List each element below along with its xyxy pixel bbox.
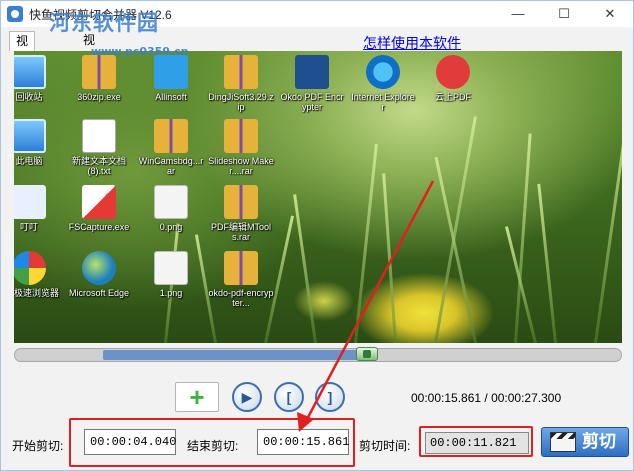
lock-icon	[295, 55, 329, 89]
desktop-icon-label: FSCapture.exe	[68, 222, 130, 232]
zip-icon	[224, 119, 258, 153]
timeline-selection	[103, 350, 367, 360]
desktop-icon-label: 1.png	[159, 288, 183, 298]
app-window: 快鱼视频剪切合并器 V12.6 河东软件园 — ☐ ✕ 视频剪切 视频合并 怎样…	[0, 0, 634, 471]
add-button[interactable]: +	[175, 382, 219, 412]
grass-blade	[594, 105, 622, 343]
desktop-icon: 叮叮	[14, 185, 62, 232]
globe-icon	[82, 251, 116, 285]
tab-video-cut[interactable]: 视频剪切	[9, 31, 36, 102]
png-icon	[154, 251, 188, 285]
pc-icon	[14, 119, 46, 153]
help-link[interactable]: 怎样使用本软件	[363, 33, 461, 53]
desktop-icon: WinCamsbdg...rar	[138, 119, 204, 176]
clapperboard-icon	[550, 432, 576, 452]
desktop-icon: DingJiSoft3.29.zip	[208, 55, 274, 112]
arrow-icon	[154, 55, 188, 89]
pc-icon	[14, 55, 46, 89]
desktop-icon: 360zip.exe	[66, 55, 132, 102]
desktop-icon-label: 360zip.exe	[77, 92, 121, 102]
desktop-icon: 此电脑	[14, 119, 62, 166]
mark-out-button[interactable]: ]	[315, 382, 345, 412]
zip-icon	[224, 55, 258, 89]
desktop-icon-label: Allinsoft	[155, 92, 187, 102]
desktop-icon: 1.png	[138, 251, 204, 298]
timeline-thumb[interactable]	[356, 347, 378, 361]
desktop-icon-label: 新建文本文档(8).txt	[71, 156, 126, 176]
grass-blade	[382, 173, 397, 343]
desktop-icon-label: Okdo PDF Encrypter	[280, 92, 344, 112]
desktop-icon-label: 云上PDF	[434, 92, 471, 102]
minimize-button[interactable]: —	[495, 1, 541, 27]
desktop-icon-label: 回收站	[15, 92, 43, 102]
png-icon	[154, 185, 188, 219]
desktop-icon-label: Slideshow Maker....rar	[208, 156, 274, 176]
pie-icon	[14, 251, 46, 285]
maximize-button[interactable]: ☐	[541, 1, 587, 27]
watermark-logo: 河东软件园	[49, 10, 159, 35]
desktop-icon: okdo-pdf-encrypter...	[208, 251, 274, 308]
desktop-icon: PDF编辑MTools.rar	[208, 185, 274, 242]
annotation-box-cut-range	[69, 418, 355, 467]
cut-button[interactable]: 剪切	[541, 427, 629, 457]
watermark-url: www.pc0359.cn	[91, 45, 189, 58]
grass-blade	[293, 194, 317, 343]
desktop-icon-label: okdo-pdf-encrypter...	[208, 288, 274, 308]
desktop-icon: 360极速浏览器	[14, 251, 62, 298]
desktop-icon-label: Microsoft Edge	[68, 288, 130, 298]
desktop-icon: 新建文本文档(8).txt	[66, 119, 132, 176]
zip-icon	[224, 185, 258, 219]
desktop-icon: Okdo PDF Encrypter	[279, 55, 345, 112]
grass-blade	[354, 143, 378, 343]
desktop-icon-label: WinCamsbdg...rar	[138, 156, 204, 176]
desktop-icon: Slideshow Maker....rar	[208, 119, 274, 176]
ie-icon	[366, 55, 400, 89]
desktop-icon-label: 叮叮	[19, 222, 38, 232]
desktop-icon-label: DingJiSoft3.29.zip	[208, 92, 274, 112]
app-icon	[7, 6, 23, 22]
zip-icon	[224, 251, 258, 285]
desktop-icon-label: Internet Explorer	[351, 92, 415, 112]
desktop-icon-label: PDF编辑MTools.rar	[210, 222, 271, 242]
desktop-icon-label: 0.png	[159, 222, 183, 232]
grass-blade	[537, 183, 557, 343]
desktop-icon: 0.png	[138, 185, 204, 232]
desktop-icon: 云上PDF	[420, 55, 486, 102]
grass-blade	[434, 116, 477, 343]
desktop-icon: Microsoft Edge	[66, 251, 132, 298]
zip-icon	[154, 119, 188, 153]
fscap-icon	[82, 185, 116, 219]
red-icon	[436, 55, 470, 89]
play-button[interactable]: ▶	[232, 382, 262, 412]
cut-button-label: 剪切	[582, 432, 616, 451]
start-cut-label: 开始剪切:	[12, 439, 64, 453]
desktop-icon: FSCapture.exe	[66, 185, 132, 232]
doc-icon	[82, 119, 116, 153]
mark-in-button[interactable]: [	[274, 382, 304, 412]
video-preview: 回收站 360zip.exe Allinsoft DingJiSoft3.29.zip…	[14, 51, 622, 343]
desktop-icon: 回收站	[14, 55, 62, 102]
time-readout: 00:00:15.861 / 00:00:27.300	[411, 391, 562, 405]
desktop-icon: Internet Explorer	[350, 55, 416, 112]
desktop-icon: Allinsoft	[138, 55, 204, 102]
bird-icon	[14, 185, 46, 219]
annotation-box-duration	[419, 426, 533, 457]
desktop-icon-label: 360极速浏览器	[14, 288, 60, 298]
close-button[interactable]: ✕	[587, 1, 633, 27]
cut-duration-label: 剪切时间:	[359, 439, 411, 453]
timeline-slider[interactable]	[14, 347, 622, 362]
zip-icon	[82, 55, 116, 89]
desktop-icon-label: 此电脑	[15, 156, 43, 166]
title-bar: 快鱼视频剪切合并器 V12.6 河东软件园 — ☐ ✕	[1, 1, 633, 35]
